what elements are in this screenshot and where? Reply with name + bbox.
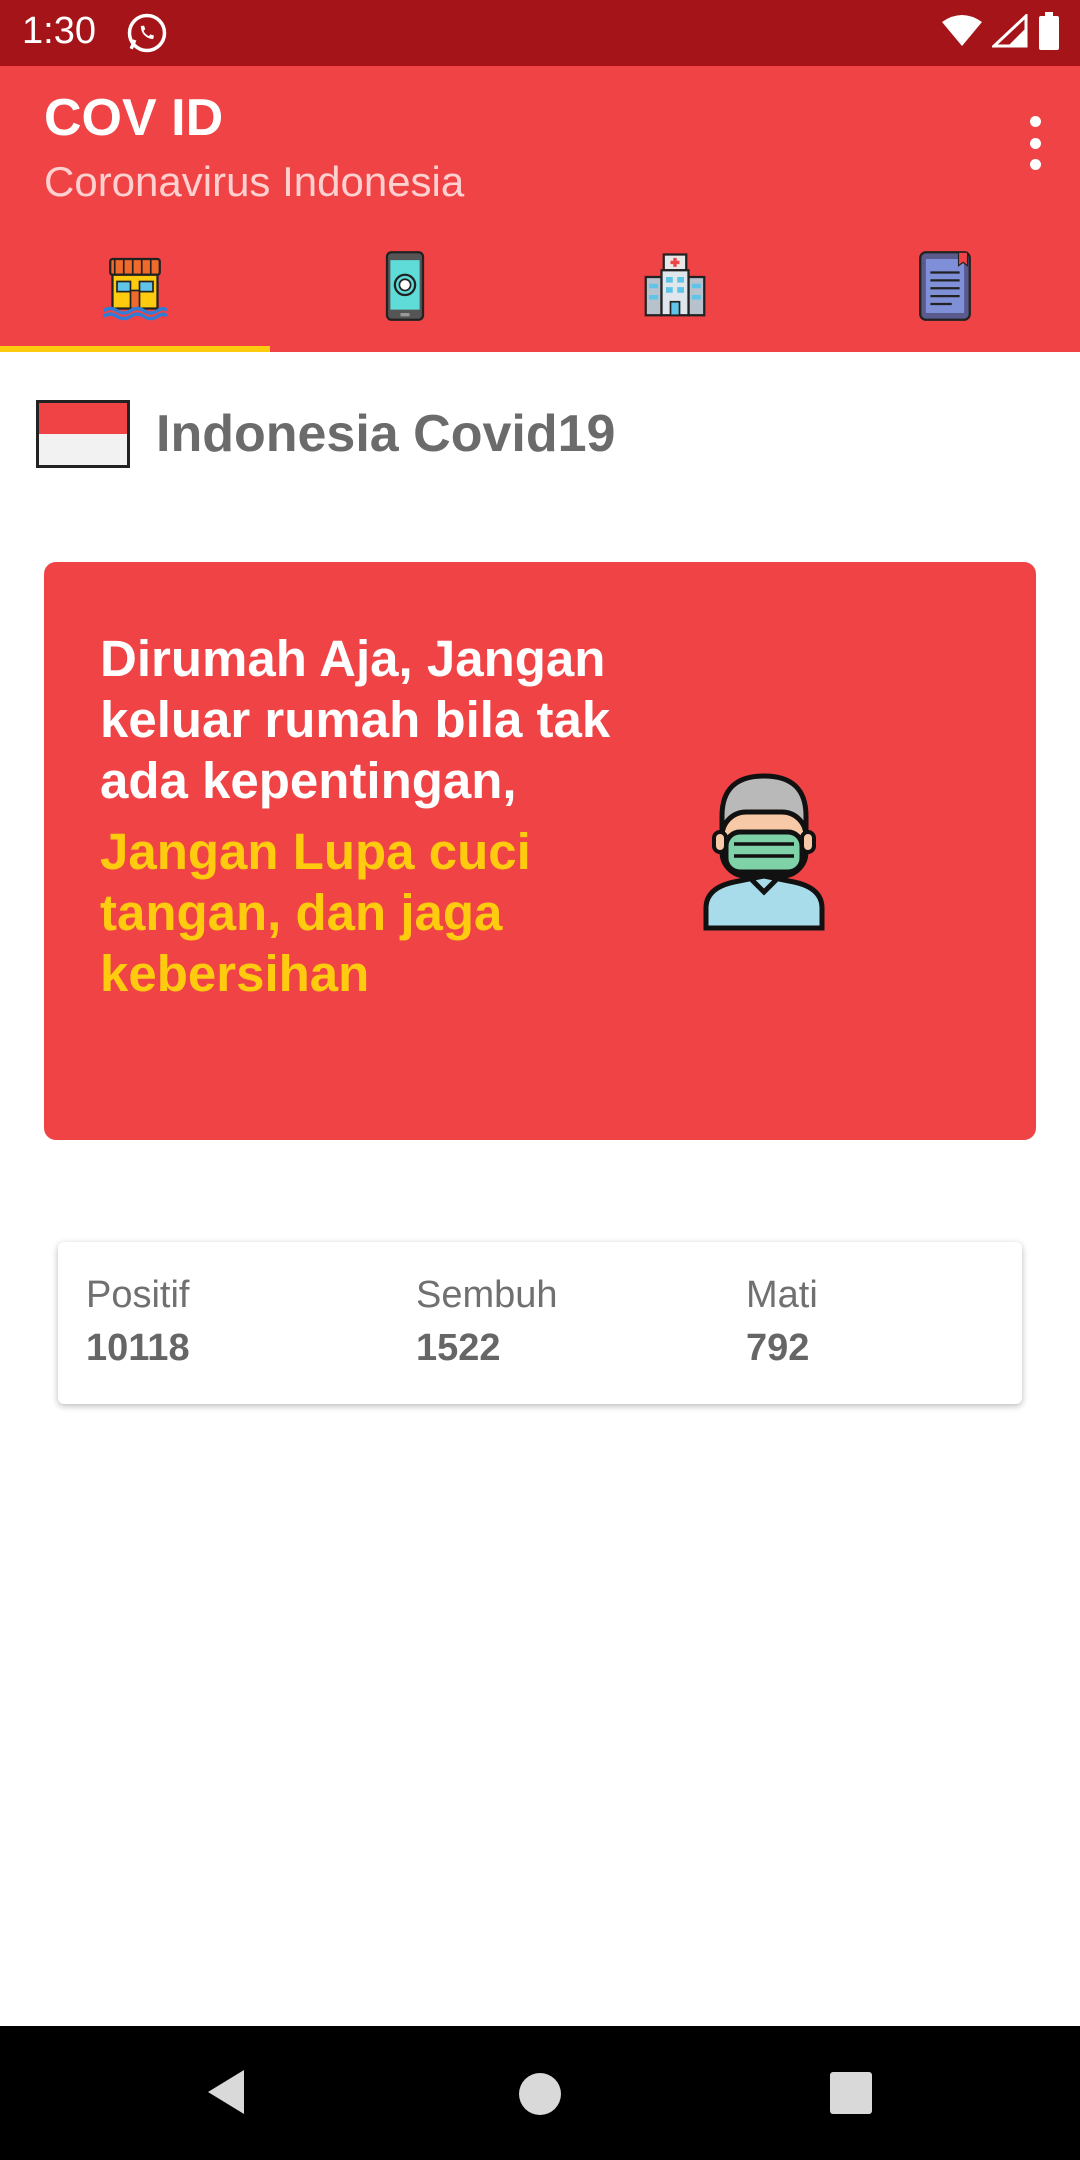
hospital-icon bbox=[644, 253, 706, 317]
battery-icon bbox=[1039, 12, 1059, 50]
status-time: 1:30 bbox=[22, 10, 96, 52]
indonesia-flag-icon bbox=[36, 400, 130, 468]
more-vert-icon bbox=[1029, 116, 1041, 127]
recents-icon[interactable] bbox=[828, 2070, 874, 2116]
back-icon[interactable] bbox=[200, 2062, 250, 2122]
stat-value: 1522 bbox=[416, 1327, 501, 1369]
tab-news[interactable] bbox=[810, 244, 1080, 352]
app-bar: COV ID Coronavirus Indonesia bbox=[0, 66, 1080, 352]
page-title: Indonesia Covid19 bbox=[156, 405, 616, 463]
status-icons bbox=[942, 12, 1060, 50]
phone-app-icon bbox=[385, 251, 425, 321]
banner-message-white: Dirumah Aja, Jangan keluar rumah bila ta… bbox=[100, 630, 611, 809]
content-header: Indonesia Covid19 bbox=[36, 400, 615, 468]
stat-label: Sembuh bbox=[416, 1274, 558, 1316]
tab-indicator bbox=[0, 346, 270, 352]
doctor-mask-icon bbox=[703, 773, 825, 931]
stat-sembuh: Sembuh 1522 bbox=[416, 1274, 558, 1370]
stat-mati: Mati 792 bbox=[746, 1274, 818, 1370]
stat-value: 792 bbox=[746, 1327, 810, 1369]
banner-text: Dirumah Aja, Jangan keluar rumah bila ta… bbox=[100, 628, 620, 1004]
home-circle-icon[interactable] bbox=[516, 2070, 564, 2118]
stay-home-banner: Dirumah Aja, Jangan keluar rumah bila ta… bbox=[44, 562, 1036, 1140]
home-icon bbox=[102, 257, 169, 321]
banner-message-yellow: Jangan Lupa cuci tangan, dan jaga kebers… bbox=[100, 823, 531, 1002]
stat-label: Mati bbox=[746, 1274, 818, 1316]
stat-value: 10118 bbox=[86, 1327, 190, 1369]
system-nav-bar bbox=[0, 2026, 1080, 2160]
wifi-icon bbox=[942, 15, 982, 46]
tab-bar bbox=[0, 244, 1080, 352]
stat-positif: Positif 10118 bbox=[86, 1274, 190, 1370]
stat-label: Positif bbox=[86, 1274, 190, 1316]
app-subtitle: Coronavirus Indonesia bbox=[44, 158, 465, 205]
whatsapp-icon bbox=[127, 13, 167, 53]
tab-hospital[interactable] bbox=[540, 244, 810, 352]
more-options-button[interactable] bbox=[1020, 116, 1050, 170]
tab-home[interactable] bbox=[0, 244, 270, 352]
status-bar: 1:30 bbox=[0, 0, 1080, 66]
news-icon bbox=[919, 251, 971, 321]
tab-app[interactable] bbox=[270, 244, 540, 352]
app-title: COV ID bbox=[44, 89, 224, 147]
stats-card: Positif 10118 Sembuh 1522 Mati 792 bbox=[58, 1242, 1022, 1404]
signal-icon bbox=[992, 14, 1028, 48]
